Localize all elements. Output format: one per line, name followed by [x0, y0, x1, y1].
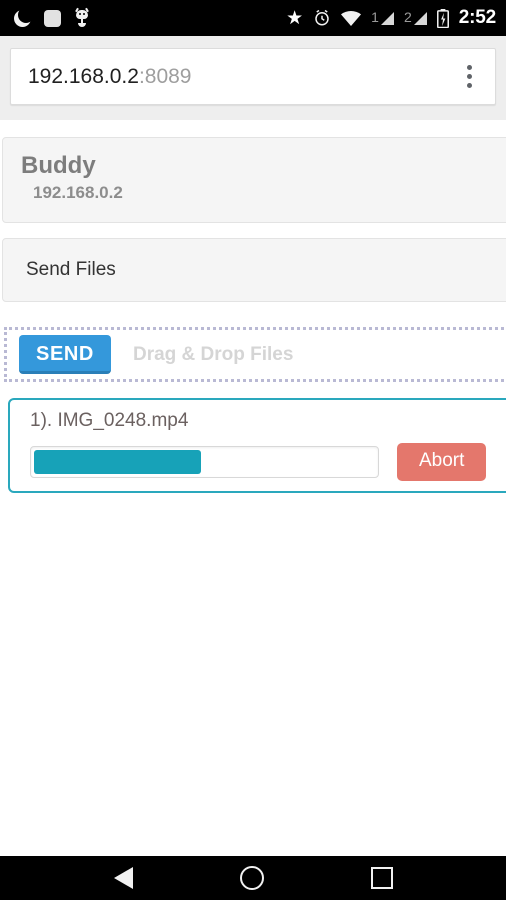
url-port: :8089: [138, 64, 192, 88]
abort-button[interactable]: Abort: [397, 443, 487, 481]
android-status-bar: ★ 1 2 2:52: [0, 0, 506, 36]
sim2-signal-icon: 2: [403, 9, 427, 25]
sim1-signal-icon: 1: [371, 9, 394, 25]
transfer-file-name: 1). IMG_0248.mp4: [30, 410, 189, 431]
url-bar[interactable]: 192.168.0.2:8089: [10, 48, 496, 105]
buddy-ip: 192.168.0.2: [33, 182, 123, 202]
status-bar-left-icons: [14, 7, 90, 27]
drag-drop-hint: Drag & Drop Files: [132, 343, 294, 365]
send-files-panel[interactable]: Send Files: [2, 238, 506, 302]
overflow-menu-icon[interactable]: [463, 61, 476, 92]
phone-screen: ★ 1 2 2:52 192.168.0.2:8089 Buddy 192.16…: [0, 0, 506, 900]
transfer-progress-bar: [30, 445, 379, 478]
drag-and-drop-zone[interactable]: SEND Drag & Drop Files: [4, 327, 506, 382]
do-not-disturb-moon-icon: [14, 9, 31, 27]
send-button[interactable]: SEND: [19, 335, 111, 374]
android-bug-icon: [74, 7, 90, 27]
rounded-square-icon: [44, 9, 61, 27]
transfer-controls: Abort: [30, 443, 506, 481]
send-files-label: Send Files: [26, 259, 116, 280]
transfer-progress-fill: [34, 449, 202, 474]
transfer-item: 1). IMG_0248.mp4 Abort: [8, 398, 506, 493]
wifi-icon: [341, 10, 362, 26]
sim2-label: 2: [403, 9, 412, 25]
browser-toolbar: 192.168.0.2:8089: [0, 36, 506, 120]
url-host: 192.168.0.2: [28, 64, 139, 88]
star-icon: ★: [286, 7, 304, 29]
status-bar-clock: 2:52: [458, 7, 496, 28]
android-nav-bar: [0, 856, 506, 900]
back-icon[interactable]: [113, 867, 133, 889]
url-text[interactable]: 192.168.0.2:8089: [28, 65, 192, 89]
battery-charging-icon: [436, 8, 449, 28]
alarm-clock-icon: [313, 9, 331, 27]
buddy-panel: Buddy 192.168.0.2: [2, 137, 506, 223]
buddy-title: Buddy: [21, 152, 96, 179]
sim1-label: 1: [371, 9, 379, 25]
web-page-content: Buddy 192.168.0.2 Send Files SEND Drag &…: [0, 120, 506, 856]
status-bar-right-icons: ★ 1 2 2:52: [286, 7, 496, 29]
home-icon[interactable]: [239, 866, 264, 890]
recents-icon[interactable]: [370, 867, 393, 889]
